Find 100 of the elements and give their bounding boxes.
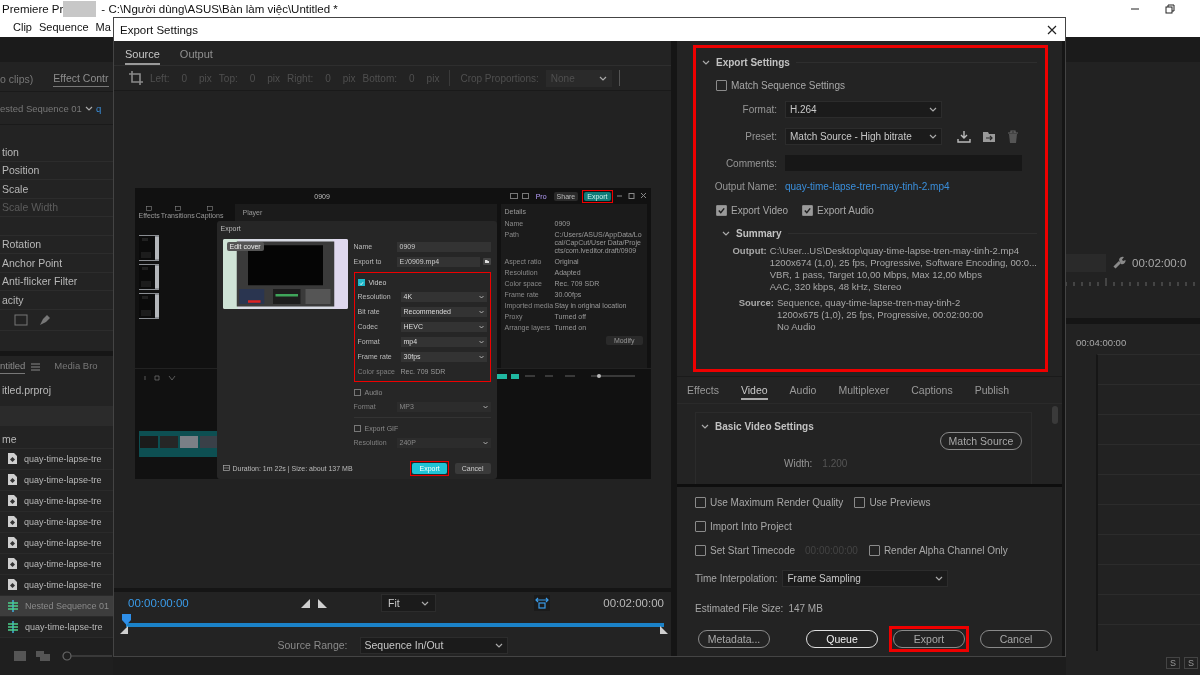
tab[interactable]: Output: [179, 48, 213, 65]
summary-line: 1200x675 (1,0), 25 fps, Progressive, 00:02:00:00: [777, 309, 983, 321]
clip-file-icon: [7, 473, 18, 486]
summary-label: Output:: [731, 245, 767, 258]
checkbox[interactable]: [854, 496, 866, 508]
menu-item[interactable]: Clip: [13, 21, 32, 33]
chevron-down-icon: [494, 641, 503, 649]
panel-tab[interactable]: o clips): [0, 73, 34, 87]
monitor-icon: [521, 193, 529, 199]
checkbox-label: Import Into Project: [710, 520, 792, 532]
checkbox[interactable]: [716, 80, 727, 91]
checkbox-label: Render Alpha Channel Only: [883, 544, 1008, 556]
checkbox[interactable]: [357, 278, 365, 286]
summary-line: C:\User...US\Desktop\quay-time-lapse-tren-may-tinh-2.mp4: [769, 245, 1020, 257]
source-range-dropdown[interactable]: Sequence In/Out: [359, 636, 508, 654]
tab[interactable]: Multiplexer: [838, 380, 890, 400]
tab[interactable]: Publish: [974, 380, 1010, 400]
output-name-link[interactable]: quay-time-lapse-tren-may-tinh-2.mp4: [785, 181, 950, 192]
menu-item[interactable]: Ma: [95, 21, 111, 33]
project-item[interactable]: quay-time-lapse-tre: [0, 448, 113, 470]
chevron-down-icon: [482, 404, 488, 409]
property-label: Anti-flicker Filter: [1, 275, 78, 288]
close-icon: [1047, 24, 1057, 35]
chevron-down-icon: [722, 229, 730, 237]
tab[interactable]: Captions: [911, 380, 953, 400]
property-label: Rotation: [1, 238, 42, 251]
project-item[interactable]: quay-time-lapse-tre: [0, 574, 113, 596]
panel-tab[interactable]: Effect Contr: [53, 72, 109, 87]
mark-out-icon: [318, 598, 328, 608]
chevron-down-icon: [702, 58, 710, 66]
field-label: Time Interpolation:: [695, 572, 778, 584]
checkbox-label: Use Previews: [869, 496, 931, 508]
pen-icon: [38, 312, 52, 327]
tab[interactable]: Video: [740, 380, 768, 400]
project-file: itled.prproj: [1, 383, 52, 396]
tab[interactable]: Audio: [789, 380, 817, 400]
app-name: Premiere Pr: [2, 2, 64, 15]
chevron-down-icon: [929, 106, 937, 113]
clip-link[interactable]: q: [95, 102, 102, 114]
project-item[interactable]: quay-time-lapse-tre: [0, 553, 113, 575]
item-name: quay-time-lapse-tre: [24, 495, 102, 506]
checkbox[interactable]: [868, 544, 880, 556]
clip-file-icon: [7, 515, 18, 528]
window-title: - C:\Người dùng\ASUS\Bàn làm việc\Untitled *: [101, 2, 338, 15]
project-item[interactable]: quay-time-lapse-tre: [0, 511, 113, 533]
property-label: tion: [1, 145, 19, 158]
checkbox[interactable]: [802, 205, 814, 216]
search-field[interactable]: [0, 405, 113, 426]
redaction-block: [63, 0, 97, 17]
zoom-dropdown[interactable]: Fit: [381, 594, 436, 612]
loop-button[interactable]: [534, 595, 550, 611]
item-name: quay-time-lapse-tre: [24, 474, 102, 485]
dialog-title: Export Settings: [120, 23, 198, 36]
checkbox[interactable]: [716, 205, 727, 216]
timecode: 00:02:00:0: [1132, 257, 1187, 269]
current-timecode[interactable]: 00:00:00:00: [128, 597, 189, 609]
checkbox[interactable]: [353, 388, 361, 396]
dropdown[interactable]: Match Source - High bitrate: [785, 128, 942, 145]
item-name: quay-time-lapse-tre: [24, 516, 102, 527]
project-item[interactable]: quay-time-lapse-tre: [0, 532, 113, 554]
column-header: me: [1, 432, 17, 445]
field-label: Comments:: [724, 157, 777, 169]
project-item[interactable]: quay-time-lapse-tre: [0, 490, 113, 512]
checkbox[interactable]: [695, 544, 706, 556]
sequence-name: ested Sequence 01: [0, 102, 82, 114]
tab[interactable]: Effects: [687, 380, 719, 400]
section-heading[interactable]: Export Settings: [716, 56, 790, 68]
menu-item[interactable]: Sequence: [38, 21, 89, 33]
file-size-value: 147 MB: [788, 602, 823, 614]
tool-icon: [146, 206, 153, 211]
duration-timecode: 00:02:00:00: [603, 597, 664, 609]
clip-file-icon: [7, 452, 18, 465]
panel-tab[interactable]: Media Bro: [54, 360, 98, 373]
tab[interactable]: Source: [125, 48, 160, 65]
field-label: Output Name:: [713, 181, 777, 192]
summary-line: 1200x674 (1,0), 25 fps, Progressive, Software Encoding, 00:0...: [769, 257, 1037, 269]
section-heading[interactable]: Summary: [736, 227, 782, 239]
dropdown[interactable]: Frame Sampling: [782, 569, 949, 587]
property-label: acity: [1, 293, 24, 306]
chevron-down-icon: [478, 324, 484, 329]
chevron-down-icon: [478, 339, 484, 344]
chevron-down-icon: [478, 354, 484, 359]
playhead[interactable]: [122, 614, 131, 626]
section-heading[interactable]: Basic Video Settings: [715, 421, 814, 432]
item-name: quay-time-lapse-tre: [25, 621, 103, 632]
checkbox[interactable]: [353, 424, 361, 432]
panel-tab[interactable]: ntitled: [0, 359, 26, 374]
checkbox[interactable]: [695, 520, 706, 532]
layout-icon: [509, 193, 518, 199]
icon-view-icon: [36, 651, 52, 662]
ruler-time: 00:04:00:00: [1076, 337, 1127, 348]
solo-button[interactable]: S: [1184, 657, 1199, 669]
dropdown[interactable]: H.264: [785, 101, 942, 118]
clip-file-icon: [7, 557, 18, 570]
checkbox[interactable]: [695, 496, 706, 508]
in-point-icon: [120, 626, 128, 634]
project-item[interactable]: quay-time-lapse-tre: [0, 469, 113, 491]
solo-button[interactable]: S: [1166, 657, 1180, 669]
property-label: Scale: [1, 182, 29, 195]
checkbox-label: Use Maximum Render Quality: [710, 496, 844, 508]
